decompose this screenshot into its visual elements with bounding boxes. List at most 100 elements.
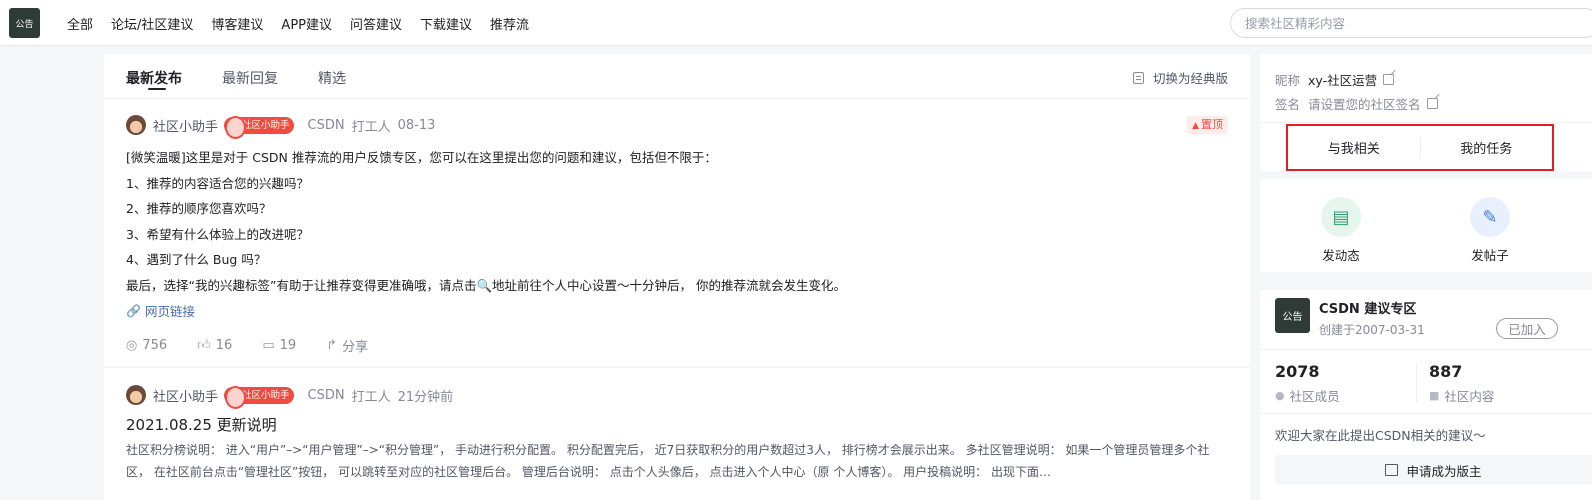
user-icon: ●	[1275, 389, 1285, 402]
role-badge: 社区小助手	[224, 115, 294, 139]
related-to-me-button[interactable]: 与我相关	[1288, 126, 1420, 169]
nav-item-blog[interactable]: 博客建议	[211, 14, 263, 33]
active-tab-indicator	[148, 88, 166, 90]
web-link-label: 网页链接	[144, 304, 195, 319]
post-rank: 打工人	[351, 119, 391, 135]
dynamic-icon: ▤	[1321, 197, 1361, 237]
switch-view-icon	[1132, 71, 1144, 84]
folder-icon: ■	[1429, 389, 1440, 402]
share-icon: ↱	[326, 338, 338, 353]
nickname-row: 昵称 xy-社区运营	[1275, 70, 1395, 89]
community-logo[interactable]: 公告	[1275, 298, 1310, 333]
likes-count: 16	[215, 338, 233, 353]
post-meta: 社区小助手 社区小助手 CSDN 打工人 08-13	[126, 114, 1228, 139]
divider	[1416, 364, 1417, 402]
feed-tabs: 最新发布 最新回复 精选 切换为经典版	[104, 54, 1250, 99]
post-excerpt[interactable]: 社区积分榜说明： 进入“用户”–>“用户管理”–>“积分管理”， 手动进行积分配…	[126, 440, 1228, 483]
tab-latest-replies[interactable]: 最新回复	[222, 68, 278, 88]
edit-nickname-icon[interactable]	[1383, 74, 1395, 85]
community-welcome: 欢迎大家在此提出CSDN相关的建议～	[1275, 428, 1486, 443]
apply-moderator-button[interactable]: 申请成为版主	[1275, 455, 1592, 485]
nickname-value: xy-社区运营	[1308, 73, 1378, 88]
my-tasks-button[interactable]: 我的任务	[1421, 126, 1553, 169]
link-icon: 🔗	[126, 303, 141, 318]
share-button[interactable]: ↱ 分享	[326, 336, 368, 355]
post-org: CSDN	[307, 387, 345, 403]
post-content[interactable]: [微笑温暖]这里是对于 CSDN 推荐流的用户反馈专区，您可以在这里提出您的问题…	[126, 145, 1228, 298]
post-item[interactable]: 社区小助手 社区小助手 CSDN 打工人 21分钟前 2021.08.25 更新…	[104, 384, 1250, 483]
switch-classic-label: 切换为经典版	[1152, 71, 1228, 86]
contents-label-row: ■ 社区内容	[1429, 386, 1494, 405]
joined-button[interactable]: 已加入	[1496, 318, 1558, 339]
divider	[1260, 122, 1592, 123]
edit-icon: ✎	[1470, 197, 1510, 237]
nickname-label: 昵称	[1275, 73, 1301, 88]
content-line: 4、遇到了什么 Bug 吗？	[126, 252, 267, 267]
content-line: 3、希望有什么体验上的改进呢？	[126, 226, 309, 242]
post-stats: ◎ 756 👍︎ 16 ▭ 19 ↱ 分享	[126, 336, 1228, 355]
create-post-button[interactable]: ✎ 发帖子	[1460, 197, 1520, 264]
post-item[interactable]: 社区小助手 社区小助手 CSDN 打工人 08-13 ▲ 置顶 [微笑温暖]这里是…	[104, 114, 1250, 355]
post-author[interactable]: 社区小助手	[153, 116, 218, 135]
web-link[interactable]: 🔗 网页链接	[126, 301, 1228, 320]
pinned-label: 置顶	[1201, 118, 1223, 131]
apply-icon	[1385, 464, 1399, 476]
members-count: 2078	[1275, 362, 1320, 381]
nav-item-download[interactable]: 下载建议	[420, 14, 472, 33]
post-feed: 最新发布 最新回复 精选 切换为经典版 社区小助手 社区小助手 CSDN 打工人…	[104, 54, 1250, 500]
nav-item-qa[interactable]: 问答建议	[350, 14, 402, 33]
members-label-row: ● 社区成员	[1275, 386, 1340, 405]
thumbs-up-icon: 👍︎	[197, 338, 211, 353]
tab-featured[interactable]: 精选	[318, 68, 346, 88]
divider	[1260, 413, 1592, 414]
nav-item-recommend[interactable]: 推荐流	[490, 14, 529, 33]
signature-value[interactable]: 请设置您的社区签名	[1308, 94, 1421, 113]
post-divider	[104, 367, 1250, 368]
signature-row: 签名 请设置您的社区签名	[1275, 94, 1438, 113]
content-line: 最后，选择“我的兴趣标签”有助于让推荐变得更准确哦，请点击🔍地址前往个人中心设置…	[126, 277, 846, 293]
pin-icon: ▲	[1192, 121, 1199, 131]
actions-panel: ▤ 发动态 ✎ 发帖子	[1260, 179, 1592, 272]
content-line: 2、推荐的顺序您喜欢吗？	[126, 201, 272, 216]
post-dynamic-button[interactable]: ▤ 发动态	[1311, 197, 1371, 264]
share-label: 分享	[342, 340, 369, 355]
create-post-label: 发帖子	[1471, 248, 1509, 263]
search-input[interactable]	[1245, 9, 1545, 37]
search-box[interactable]	[1230, 8, 1592, 38]
edit-signature-icon[interactable]	[1426, 98, 1438, 109]
post-dynamic-label: 发动态	[1322, 248, 1360, 263]
nav-item-app[interactable]: APP建议	[281, 14, 332, 33]
comment-button[interactable]: ▭ 19	[262, 338, 296, 353]
community-name[interactable]: CSDN 建议专区	[1319, 298, 1416, 317]
avatar[interactable]	[126, 385, 146, 405]
post-author[interactable]: 社区小助手	[153, 386, 218, 405]
apply-moderator-label: 申请成为版主	[1406, 463, 1482, 479]
signature-label: 签名	[1275, 97, 1301, 112]
like-button[interactable]: 👍︎ 16	[197, 338, 232, 353]
switch-classic-button[interactable]: 切换为经典版	[1132, 68, 1228, 87]
post-time: 21分钟前	[397, 389, 454, 405]
profile-panel: 昵称 xy-社区运营 签名 请设置您的社区签名 与我相关 我的任务	[1260, 54, 1592, 171]
divider	[1260, 349, 1592, 350]
nav-item-forum[interactable]: 论坛/社区建议	[111, 14, 193, 33]
comment-icon: ▭	[262, 338, 275, 353]
eye-icon: ◎	[126, 338, 138, 353]
members-label: 社区成员	[1289, 389, 1340, 404]
role-badge: 社区小助手	[224, 385, 294, 409]
contents-count: 887	[1429, 362, 1463, 381]
tab-latest-posts[interactable]: 最新发布	[126, 68, 182, 88]
post-rank: 打工人	[351, 389, 391, 405]
contents-label: 社区内容	[1444, 389, 1495, 404]
avatar[interactable]	[126, 115, 146, 135]
community-created: 创建于2007-03-31	[1319, 323, 1425, 337]
content-line: [微笑温暖]这里是对于 CSDN 推荐流的用户反馈专区，您可以在这里提出您的问题…	[126, 150, 717, 165]
nav-item-all[interactable]: 全部	[67, 14, 93, 33]
user-tabs: 与我相关 我的任务	[1286, 124, 1554, 171]
post-title[interactable]: 2021.08.25 更新说明	[126, 414, 1228, 435]
pinned-badge: ▲ 置顶	[1187, 116, 1228, 134]
site-logo[interactable]: 公告	[9, 8, 40, 38]
content-line: 1、推荐的内容适合您的兴趣吗？	[126, 175, 309, 191]
post-meta: 社区小助手 社区小助手 CSDN 打工人 21分钟前	[126, 384, 1228, 409]
community-panel: 公告 CSDN 建议专区 创建于2007-03-31 已加入 2078 ● 社区成…	[1260, 290, 1592, 500]
top-bar: 公告 全部 论坛/社区建议 博客建议 APP建议 问答建议 下载建议 推荐流	[0, 0, 1592, 46]
